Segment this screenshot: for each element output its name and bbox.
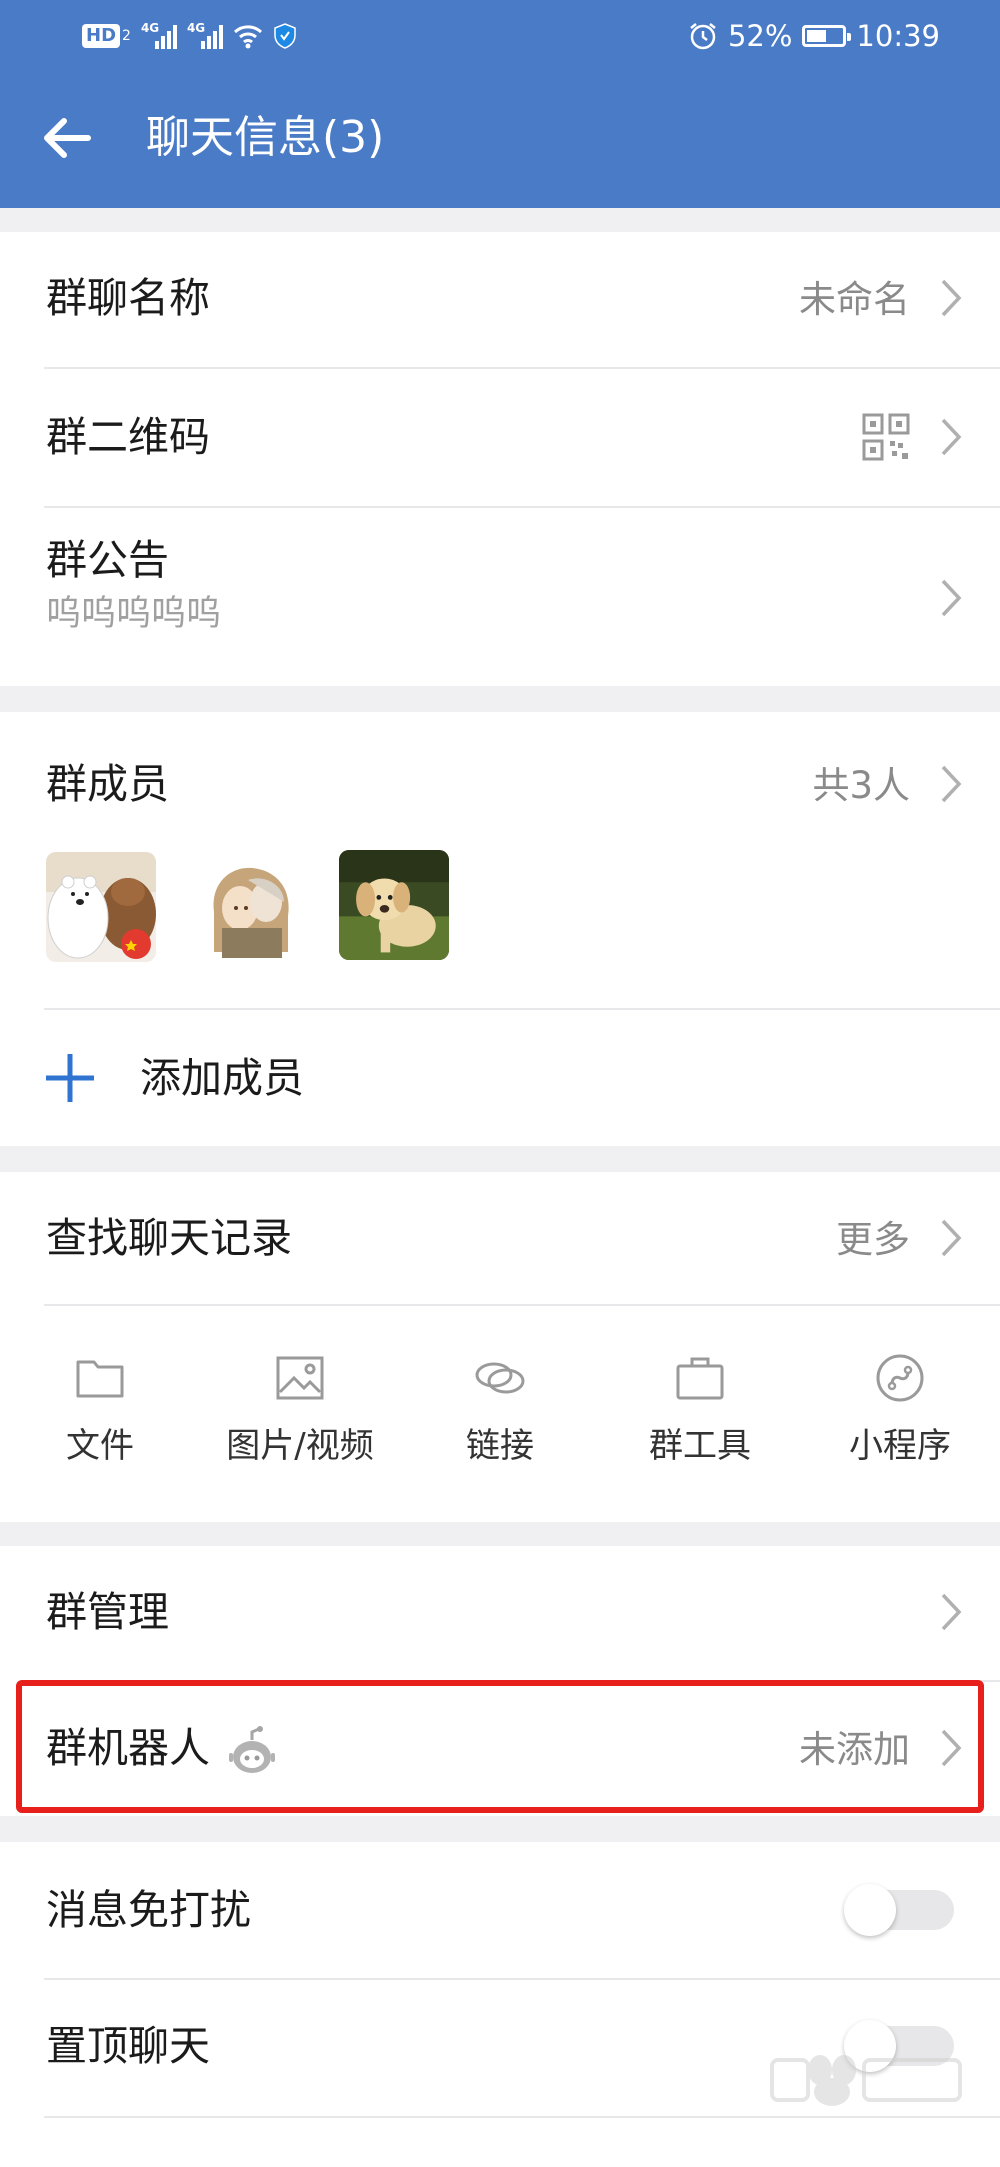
mute-toggle[interactable]: [844, 1884, 954, 1936]
group-manage-row[interactable]: 群管理: [0, 1546, 1000, 1680]
shortcut-links[interactable]: 链接: [400, 1306, 600, 1516]
shortcut-label: 群工具: [649, 1426, 751, 1466]
status-left: HD 2 4G 4G: [82, 18, 297, 54]
group-name-row[interactable]: 群聊名称 未命名: [0, 232, 1000, 367]
link-icon: [475, 1362, 525, 1394]
back-arrow-icon[interactable]: [30, 100, 106, 176]
shortcut-label: 图片/视频: [226, 1426, 374, 1466]
search-history-label: 查找聊天记录: [46, 1214, 292, 1262]
announcement-label: 群公告: [46, 536, 169, 584]
signal-icon: 4G: [141, 21, 177, 49]
shortcut-mini-programs[interactable]: 小程序: [800, 1306, 1000, 1516]
sim-index: 2: [122, 28, 131, 44]
qr-code-icon: [862, 413, 910, 461]
app-bar: 聊天信息(3): [0, 70, 1000, 208]
clock: 10:39: [856, 19, 940, 53]
mini-program-icon: [876, 1354, 924, 1402]
briefcase-icon: [676, 1357, 724, 1400]
chevron-right-icon: [941, 279, 962, 317]
announcement-row[interactable]: 群公告 呜呜呜呜呜: [0, 508, 1000, 686]
members-section: 群成员 共3人 添加成员: [0, 712, 1000, 1146]
history-shortcuts: 文件 图片/视频 链接 群工具 小程序: [0, 1306, 1000, 1522]
members-count: 共3人: [812, 764, 910, 807]
chevron-right-icon: [941, 418, 962, 456]
image-icon: [276, 1356, 324, 1400]
battery-percent: 52%: [727, 19, 793, 53]
status-bar: HD 2 4G 4G 52% 10:39: [0, 0, 1000, 70]
page-title: 聊天信息(3): [146, 112, 385, 163]
member-avatar[interactable]: [339, 850, 449, 960]
qr-code-label: 群二维码: [46, 413, 210, 461]
shortcut-label: 小程序: [849, 1426, 951, 1466]
chevron-right-icon: [941, 1219, 962, 1257]
group-name-label: 群聊名称: [46, 274, 210, 322]
shortcut-label: 链接: [466, 1426, 534, 1466]
group-name-value: 未命名: [799, 278, 910, 321]
mute-label: 消息免打扰: [46, 1886, 251, 1934]
chevron-right-icon: [941, 579, 962, 617]
chevron-right-icon: [941, 1593, 962, 1631]
chevron-right-icon: [941, 765, 962, 803]
shortcut-label: 文件: [66, 1426, 134, 1466]
shortcut-group-tools[interactable]: 群工具: [600, 1306, 800, 1516]
shortcut-files[interactable]: 文件: [0, 1306, 200, 1516]
mute-row: 消息免打扰: [0, 1842, 1000, 1978]
group-manage-label: 群管理: [46, 1588, 169, 1636]
members-row[interactable]: 群成员 共3人: [0, 712, 1000, 997]
search-history-more: 更多: [836, 1218, 910, 1261]
chat-history-section: 查找聊天记录 更多 文件 图片/视频 链接 群工具 小程序: [0, 1172, 1000, 1522]
pin-label: 置顶聊天: [46, 2022, 210, 2070]
group-info-section: 群聊名称 未命名 群二维码 群公告 呜呜呜呜呜: [0, 232, 1000, 686]
add-member-label: 添加成员: [140, 1054, 304, 1102]
folder-icon: [76, 1360, 124, 1398]
shield-icon: [274, 23, 296, 49]
member-avatar[interactable]: [196, 852, 306, 962]
wifi-icon: [233, 25, 262, 49]
signal-icon-2: 4G: [187, 21, 223, 49]
search-history-row[interactable]: 查找聊天记录 更多: [0, 1172, 1000, 1304]
hd-badge: HD: [82, 24, 121, 48]
members-label: 群成员: [46, 760, 169, 808]
baidu-watermark-logo: [770, 2055, 962, 2106]
shortcut-media[interactable]: 图片/视频: [200, 1306, 400, 1516]
qr-code-row[interactable]: 群二维码: [0, 369, 1000, 506]
battery-icon: [802, 25, 852, 47]
status-right: 52% 10:39: [688, 14, 940, 58]
alarm-icon: [690, 23, 716, 50]
highlight-box: [16, 1680, 984, 1813]
announcement-content: 呜呜呜呜呜: [46, 594, 222, 634]
add-member-row[interactable]: 添加成员: [0, 1010, 1000, 1146]
plus-icon: [46, 1054, 94, 1102]
member-avatar[interactable]: [46, 852, 156, 962]
